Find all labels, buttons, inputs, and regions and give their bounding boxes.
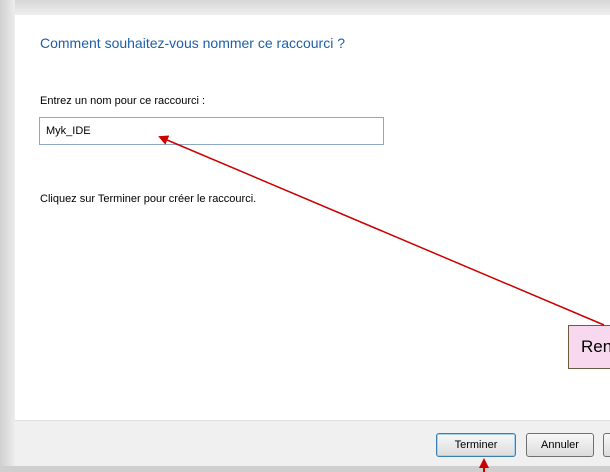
finish-hint-text: Cliquez sur Terminer pour créer le racco… — [40, 193, 257, 205]
shortcut-name-label: Entrez un nom pour ce raccourci : — [40, 95, 206, 107]
wizard-content: Comment souhaitez-vous nommer ce raccour… — [15, 15, 610, 420]
wizard-footer: Terminer Annuler — [15, 420, 610, 467]
shortcut-name-input[interactable] — [39, 117, 384, 145]
annotation-callout: Ren — [568, 325, 610, 369]
window-frame-top — [0, 0, 610, 15]
partial-button-edge — [603, 433, 610, 457]
cancel-button[interactable]: Annuler — [526, 433, 594, 457]
wizard-heading: Comment souhaitez-vous nommer ce raccour… — [40, 35, 346, 51]
finish-button[interactable]: Terminer — [436, 433, 516, 457]
window-frame-bottom — [0, 466, 610, 472]
window-frame-left — [0, 0, 15, 472]
